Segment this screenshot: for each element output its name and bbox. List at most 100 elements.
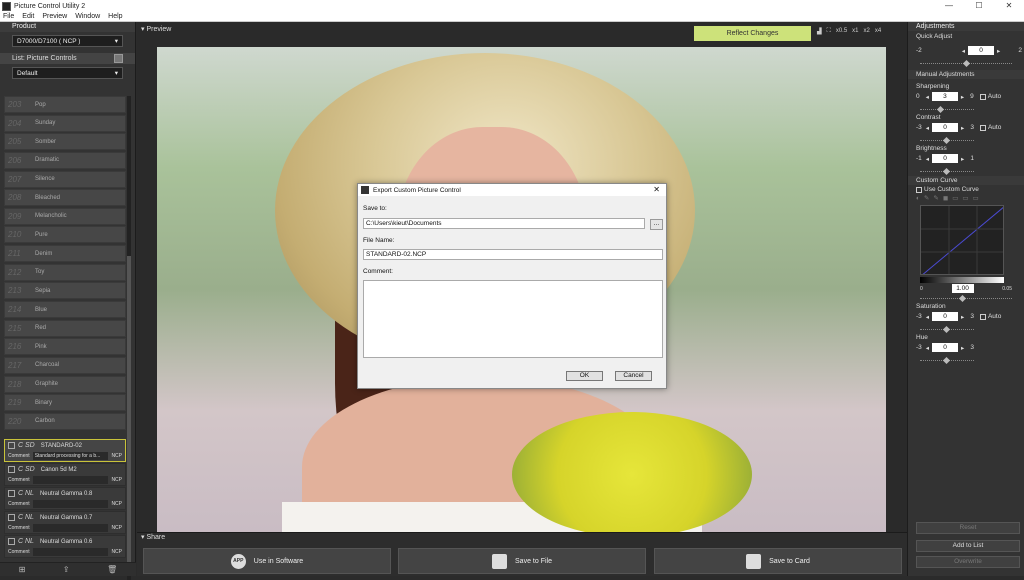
file-name-field[interactable]: STANDARD-02.NCP xyxy=(363,249,663,260)
chevron-left-icon[interactable]: ◂ xyxy=(926,344,929,352)
comment-field[interactable]: Standard processing for a b... xyxy=(32,452,109,460)
slider-knob[interactable] xyxy=(942,325,951,334)
contrast-value[interactable]: 0 xyxy=(932,123,959,132)
chevron-right-icon[interactable]: ▸ xyxy=(961,313,964,321)
use-in-software-button[interactable]: APP Use in Software xyxy=(143,548,391,574)
histogram-icon[interactable]: ▟ xyxy=(817,28,822,35)
picture-control-item[interactable]: 204 Sunday xyxy=(4,114,126,132)
save-to-file-button[interactable]: Save to File xyxy=(398,548,646,574)
picture-control-item[interactable]: 207 Silence xyxy=(4,170,126,188)
chevron-left-icon[interactable]: ◂ xyxy=(926,124,929,132)
menu-edit[interactable]: Edit xyxy=(22,13,34,20)
new-folder-icon[interactable]: ⊞ xyxy=(19,565,26,574)
checkbox-icon[interactable] xyxy=(8,442,15,449)
picture-control-item[interactable]: 214 Blue xyxy=(4,301,126,319)
save-to-field[interactable]: C:\Users\kieut\Documents xyxy=(363,218,645,229)
menu-help[interactable]: Help xyxy=(108,13,122,20)
delete-icon[interactable]: 🗑 xyxy=(107,565,117,574)
picture-control-item[interactable]: 205 Somber xyxy=(4,133,126,151)
hue-slider[interactable] xyxy=(920,353,974,365)
zoom-x2[interactable]: x2 xyxy=(864,28,870,35)
chevron-right-icon[interactable]: ▸ xyxy=(997,47,1000,55)
chevron-left-icon[interactable]: ◂ xyxy=(926,313,929,321)
chevron-left-icon[interactable]: ◂ xyxy=(926,93,929,101)
list-scrollbar[interactable] xyxy=(127,96,131,580)
checkbox-icon[interactable] xyxy=(8,514,15,521)
slider-knob[interactable] xyxy=(942,356,951,365)
add-to-list-button[interactable]: Add to List xyxy=(916,540,1020,552)
picture-control-item[interactable]: 216 Pink xyxy=(4,338,126,356)
custom-control-item[interactable]: C NL Neutral Gamma 0.7 Comment NCP xyxy=(4,511,126,534)
overwrite-button[interactable]: Overwrite xyxy=(916,556,1020,568)
contrast-auto-checkbox[interactable]: Auto xyxy=(979,124,1001,131)
sharpening-auto-checkbox[interactable]: Auto xyxy=(979,93,1001,100)
chevron-left-icon[interactable]: ◂ xyxy=(962,47,965,55)
saturation-value[interactable]: 0 xyxy=(932,312,959,321)
maximize-button[interactable]: ☐ xyxy=(964,0,994,12)
comment-field[interactable] xyxy=(32,548,109,556)
sharpening-slider[interactable] xyxy=(920,102,974,114)
slider-knob[interactable] xyxy=(942,136,951,145)
product-dropdown[interactable]: D7000/D7100 ( NCP ) ▾ xyxy=(12,35,123,47)
brightness-value[interactable]: 0 xyxy=(932,154,959,163)
checkbox-icon[interactable] xyxy=(8,466,15,473)
zoom-x4[interactable]: x4 xyxy=(875,28,881,35)
saturation-auto-checkbox[interactable]: Auto xyxy=(979,313,1001,320)
brightness-slider[interactable] xyxy=(920,164,974,176)
comment-field[interactable] xyxy=(32,524,109,532)
hue-value[interactable]: 0 xyxy=(932,343,959,352)
chevron-left-icon[interactable]: ◂ xyxy=(926,155,929,163)
quick-adjust-slider[interactable] xyxy=(920,56,1012,68)
comment-field[interactable] xyxy=(32,500,109,508)
menu-preview[interactable]: Preview xyxy=(42,13,67,20)
saturation-slider[interactable] xyxy=(920,322,974,334)
chevron-right-icon[interactable]: ▸ xyxy=(961,124,964,132)
picture-control-item[interactable]: 208 Bleached xyxy=(4,189,126,207)
menu-file[interactable]: File xyxy=(3,13,14,20)
custom-control-item[interactable]: C NL Neutral Gamma 0.8 Comment NCP xyxy=(4,487,126,510)
picture-control-item[interactable]: 220 Carbon xyxy=(4,412,126,430)
menu-window[interactable]: Window xyxy=(75,13,100,20)
comment-field[interactable] xyxy=(363,280,663,358)
checkbox-icon[interactable] xyxy=(8,490,15,497)
close-button[interactable]: ✕ xyxy=(994,0,1024,12)
quick-adjust-value[interactable]: 0 xyxy=(968,46,995,55)
use-custom-curve-checkbox[interactable]: Use Custom Curve xyxy=(908,185,1024,194)
export-icon[interactable]: ⇪ xyxy=(63,565,70,574)
slider-knob[interactable] xyxy=(962,59,971,68)
picture-control-item[interactable]: 209 Melancholic xyxy=(4,207,126,225)
chevron-right-icon[interactable]: ▸ xyxy=(961,93,964,101)
contrast-slider[interactable] xyxy=(920,133,974,145)
chevron-right-icon[interactable]: ▸ xyxy=(961,344,964,352)
picture-control-item[interactable]: 203 Pop xyxy=(4,96,126,113)
picture-control-item[interactable]: 210 Pure xyxy=(4,226,126,244)
custom-control-item[interactable]: C SD STANDARD-02 Comment Standard processin… xyxy=(4,439,126,462)
close-icon[interactable]: ✕ xyxy=(653,185,660,194)
curve-gamma-value[interactable]: 1.00 xyxy=(951,284,974,293)
picture-control-item[interactable]: 218 Graphite xyxy=(4,375,126,393)
scrollbar-thumb[interactable] xyxy=(127,256,131,576)
checkbox-icon[interactable] xyxy=(8,538,15,545)
picture-control-item[interactable]: 217 Charcoal xyxy=(4,356,126,374)
ok-button[interactable]: OK xyxy=(566,371,603,381)
browse-button[interactable]: ... xyxy=(650,219,663,230)
curve-graph[interactable] xyxy=(920,205,1004,275)
sharpening-value[interactable]: 3 xyxy=(931,92,958,101)
slider-knob[interactable] xyxy=(942,167,951,176)
picture-control-item[interactable]: 212 Toy xyxy=(4,263,126,281)
minimize-button[interactable]: — xyxy=(934,0,964,12)
chevron-right-icon[interactable]: ▸ xyxy=(961,155,964,163)
picture-control-item[interactable]: 219 Binary xyxy=(4,394,126,412)
cancel-button[interactable]: Cancel xyxy=(615,371,652,381)
zoom-x1[interactable]: x1 xyxy=(852,28,858,35)
list-filter-dropdown[interactable]: Default ▾ xyxy=(12,67,123,79)
list-menu-icon[interactable] xyxy=(114,54,123,63)
custom-control-item[interactable]: C SD Canon 5d M2 Comment NCP xyxy=(4,463,126,486)
curve-slider[interactable] xyxy=(920,294,1012,303)
picture-control-item[interactable]: 213 Sepia xyxy=(4,282,126,300)
fit-icon[interactable]: ⛶ xyxy=(827,28,831,35)
picture-control-item[interactable]: 211 Denim xyxy=(4,245,126,263)
reset-button[interactable]: Reset xyxy=(916,522,1020,534)
comment-field[interactable] xyxy=(32,476,109,484)
slider-knob[interactable] xyxy=(958,294,967,303)
